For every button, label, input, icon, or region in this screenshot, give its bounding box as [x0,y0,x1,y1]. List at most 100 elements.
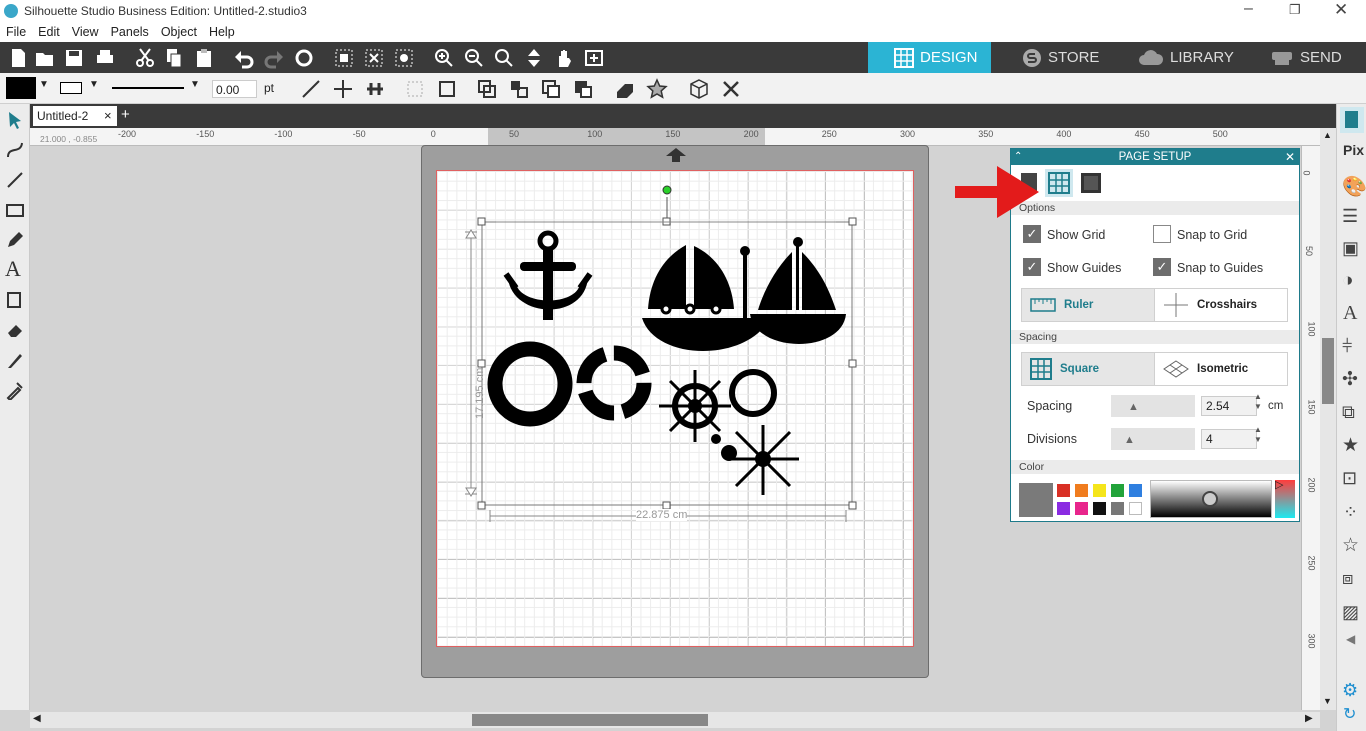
line-width-input[interactable]: 0.00 [212,80,257,98]
sync-icon[interactable]: ↻ [1343,704,1356,724]
save-icon[interactable] [63,47,85,69]
weld-icon[interactable] [540,78,562,100]
scroll-left-arrow[interactable]: ◀ [33,713,41,724]
favorite-star-icon[interactable] [646,78,668,100]
isometric-grid-toggle[interactable]: Isometric [1154,352,1288,386]
move-icon[interactable] [332,78,354,100]
settings-gear-icon[interactable]: ⚙ [1342,680,1358,701]
eraser-shape-icon[interactable] [614,78,636,100]
scroll-up-arrow[interactable]: ▲ [1323,130,1332,140]
zoom-fit-icon[interactable] [493,47,515,69]
rectangle-icon[interactable] [5,200,25,220]
scroll-thumb[interactable] [1322,338,1334,404]
zoom-select-icon[interactable] [583,47,605,69]
select-arrow-icon[interactable] [5,110,25,130]
hue-marker[interactable]: ▷ [1275,478,1283,491]
color-gradient-picker[interactable] [1150,480,1272,518]
pixscan-icon[interactable]: Pix [1343,142,1364,158]
eyedropper-icon[interactable] [5,380,25,400]
compound-icon[interactable] [476,78,498,100]
minimize-button[interactable]: – [1244,0,1253,18]
tab-send[interactable]: SEND [1244,42,1366,73]
page-setup-icon[interactable] [1340,107,1364,133]
divisions-slider[interactable]: ▲ [1111,428,1195,450]
design-artwork[interactable] [436,170,914,647]
modify-star-icon[interactable]: ★ [1342,434,1359,457]
snap-to-grid-checkbox[interactable] [1153,225,1171,243]
document-tab[interactable]: Untitled-2 × [33,106,117,126]
color-swatch[interactable] [1057,484,1070,497]
grid-tab[interactable] [1045,169,1073,197]
color-picker-handle[interactable] [1202,491,1218,507]
edit-points-icon[interactable] [5,140,25,160]
undo-icon[interactable] [233,47,255,69]
copy-icon[interactable] [163,47,185,69]
knife-icon[interactable] [5,350,25,370]
close-tab-icon[interactable]: × [104,108,112,123]
pan-hand-icon[interactable] [553,47,575,69]
background-tab-icon[interactable] [1079,171,1103,195]
chevron-down-icon[interactable]: ▼ [190,79,200,90]
text-style-icon[interactable]: A [1343,302,1357,325]
trace-icon[interactable]: ⊡ [1342,468,1357,489]
redo-icon[interactable] [263,47,285,69]
scroll-down-arrow[interactable]: ▼ [1323,696,1332,706]
eraser-icon[interactable] [5,320,25,340]
group-disabled-icon[interactable] [404,78,426,100]
line-tool-icon[interactable] [300,78,322,100]
sketch-icon[interactable]: ⁘ [1343,502,1358,523]
transform-icon[interactable]: ✣ [1342,368,1358,391]
line-color-swatch[interactable] [60,82,82,94]
color-swatch[interactable] [1111,484,1124,497]
color-swatch[interactable] [1111,502,1124,515]
contrast-icon[interactable]: ◑ [1342,270,1353,292]
square-grid-toggle[interactable]: Square [1021,352,1155,386]
align-icon[interactable] [364,78,386,100]
tab-design[interactable]: DESIGN [868,42,991,73]
snap-to-guides-checkbox[interactable]: ✓ [1153,258,1171,276]
ungroup-icon[interactable] [436,78,458,100]
slider-thumb[interactable]: ▲ [1124,434,1135,446]
color-swatch[interactable] [1057,502,1070,515]
restore-button[interactable]: ❐ [1289,2,1301,18]
cut-icon[interactable] [134,47,156,69]
print-icon[interactable] [94,47,116,69]
zoom-in-icon[interactable] [433,47,455,69]
menu-edit[interactable]: Edit [32,23,66,39]
redraw-icon[interactable] [293,47,315,69]
chevron-down-icon[interactable]: ▼ [89,79,99,90]
fit-to-page-icon[interactable] [523,47,545,69]
slider-thumb[interactable]: ▲ [1128,401,1139,413]
divisions-input[interactable]: 4 [1201,429,1257,449]
text-tool-icon[interactable]: A [5,256,21,282]
3d-box-icon[interactable] [688,78,710,100]
color-swatch[interactable] [1093,484,1106,497]
open-folder-icon[interactable] [34,47,56,69]
paste-icon[interactable] [193,47,215,69]
replicate-icon[interactable]: ⧉ [1342,402,1355,423]
delete-x-icon[interactable] [720,78,742,100]
layers-icon[interactable]: ⧈ [1342,568,1353,589]
horizontal-scrollbar[interactable]: ◀ ▶ [30,712,1320,728]
close-button[interactable]: ✕ [1334,0,1348,20]
tab-store[interactable]: STORE [996,42,1120,73]
spacing-stepper[interactable]: ▲ ▼ [1254,392,1262,412]
show-grid-checkbox[interactable]: ✓ [1023,225,1041,243]
offset-icon[interactable] [572,78,594,100]
zoom-out-icon[interactable] [463,47,485,69]
line-draw-icon[interactable] [5,170,25,190]
fill-palette-icon[interactable]: 🎨 [1342,174,1366,199]
deselect-icon[interactable] [363,47,385,69]
divisions-stepper[interactable]: ▲ ▼ [1254,425,1262,445]
select-all-icon[interactable] [333,47,355,69]
vertical-scrollbar[interactable]: ▲ ▼ [1320,128,1336,710]
menu-help[interactable]: Help [203,23,241,39]
menu-file[interactable]: File [0,23,32,39]
panel-close-icon[interactable]: ✕ [1285,149,1295,165]
hue-slider[interactable]: ▷ [1275,478,1295,518]
color-swatch[interactable] [1129,502,1142,515]
menu-object[interactable]: Object [155,23,203,39]
pencil-icon[interactable] [5,230,25,250]
menu-panels[interactable]: Panels [105,23,155,39]
crosshairs-toggle[interactable]: Crosshairs [1154,288,1288,322]
